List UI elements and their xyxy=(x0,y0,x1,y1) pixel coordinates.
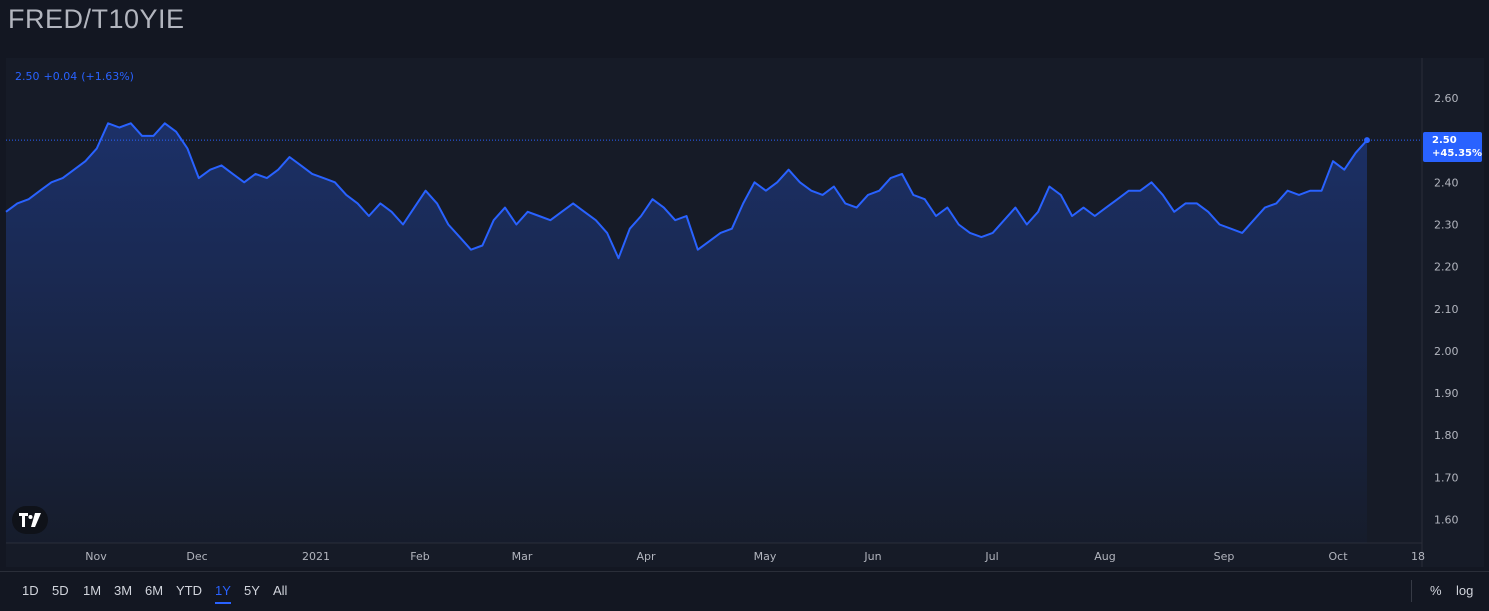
y-tick-label: 1.90 xyxy=(1434,387,1459,400)
time-axis[interactable]: Nov Dec 2021 Feb Mar Apr May Jun Jul Aug Sep Oct 18 xyxy=(85,550,1425,563)
percent-scale-button[interactable]: % xyxy=(1430,583,1442,598)
range-1y-button[interactable]: 1Y xyxy=(215,583,231,604)
range-5d-button[interactable]: 5D xyxy=(52,583,69,598)
x-tick-label: Aug xyxy=(1094,550,1115,563)
y-tick-label: 1.80 xyxy=(1434,429,1459,442)
y-tick-label: 1.60 xyxy=(1434,514,1459,527)
tradingview-logo-icon[interactable] xyxy=(12,506,48,534)
x-tick-label: Dec xyxy=(186,550,207,563)
range-1m-button[interactable]: 1M xyxy=(83,583,101,598)
range-5y-button[interactable]: 5Y xyxy=(244,583,260,598)
range-ytd-button[interactable]: YTD xyxy=(176,583,202,598)
x-tick-label: Apr xyxy=(636,550,656,563)
x-tick-label: Oct xyxy=(1328,550,1348,563)
y-tick-label: 2.30 xyxy=(1434,218,1459,231)
y-tick-label: 2.20 xyxy=(1434,261,1459,274)
last-point-marker xyxy=(1364,137,1370,144)
price-chart[interactable]: 2.60 2.50 2.40 2.30 2.20 2.10 2.00 1.90 1.80 1.70… xyxy=(0,0,1489,571)
range-all-button[interactable]: All xyxy=(273,583,287,598)
y-tick-label: 2.10 xyxy=(1434,303,1459,316)
last-price-tag: 2.50 +45.35% xyxy=(1423,132,1482,162)
price-tag-pct: +45.35% xyxy=(1432,148,1483,159)
x-tick-label: 18 xyxy=(1411,550,1425,563)
x-tick-label: Jul xyxy=(984,550,998,563)
series-legend: 2.50 +0.04 (+1.63%) xyxy=(15,70,138,83)
x-tick-label: Mar xyxy=(512,550,533,563)
y-tick-label: 2.40 xyxy=(1434,176,1459,189)
x-tick-label: Feb xyxy=(410,550,429,563)
toolbar-separator xyxy=(1411,580,1412,602)
y-tick-label: 2.00 xyxy=(1434,345,1459,358)
range-1d-button[interactable]: 1D xyxy=(22,583,39,598)
range-3m-button[interactable]: 3M xyxy=(114,583,132,598)
series-area-fill xyxy=(6,123,1367,544)
bottom-toolbar: 1D 5D 1M 3M 6M YTD 1Y 5Y All % log xyxy=(0,571,1489,611)
legend-change-pct: (+1.63%) xyxy=(81,70,134,83)
x-tick-label: Nov xyxy=(85,550,107,563)
legend-value: 2.50 xyxy=(15,70,40,83)
log-scale-button[interactable]: log xyxy=(1456,583,1473,598)
x-tick-label: Jun xyxy=(863,550,881,563)
x-tick-label: 2021 xyxy=(302,550,330,563)
x-tick-label: Sep xyxy=(1214,550,1235,563)
legend-change: +0.04 xyxy=(43,70,78,83)
range-6m-button[interactable]: 6M xyxy=(145,583,163,598)
y-tick-label: 2.60 xyxy=(1434,92,1459,105)
x-tick-label: May xyxy=(754,550,777,563)
price-tag-value: 2.50 xyxy=(1432,135,1457,146)
y-tick-label: 1.70 xyxy=(1434,471,1459,484)
